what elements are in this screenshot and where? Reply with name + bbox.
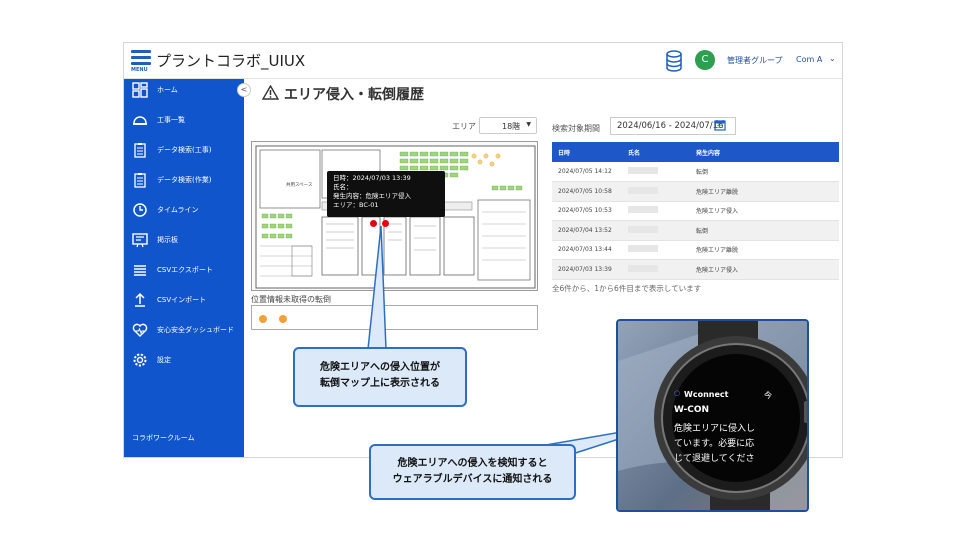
watch-message-line: 危険エリアに侵入し [674, 424, 756, 434]
watch-message-line: ています。必要に応 [674, 439, 755, 449]
watch-callout: 危険エリアへの侵入を検知すると ウェアラブルデバイスに通知される [369, 444, 576, 500]
map-callout-line: 転倒マップ上に表示される [320, 378, 440, 389]
watch-callout-line: ウェアラブルデバイスに通知される [392, 474, 553, 485]
smartwatch-photo: ○ Wconnect 今 W-CON 危険エリアに侵入し ています。必要に応 じ… [616, 319, 809, 512]
watch-title: W-CON [674, 405, 710, 415]
watch-app-name: Wconnect [684, 390, 729, 399]
watch-message-line: じて退避してくださ [674, 454, 755, 464]
watch-app-icon: ○ [674, 389, 681, 397]
smartwatch-drawing [618, 321, 807, 510]
map-callout: 危険エリアへの侵入位置が 転倒マップ上に表示される [293, 347, 467, 407]
map-callout-line: 危険エリアへの侵入位置が [320, 362, 440, 373]
watch-time: 今 [764, 391, 772, 400]
map-callout-pointer [367, 225, 387, 350]
watch-callout-line: 危険エリアへの侵入を検知すると [397, 458, 548, 469]
